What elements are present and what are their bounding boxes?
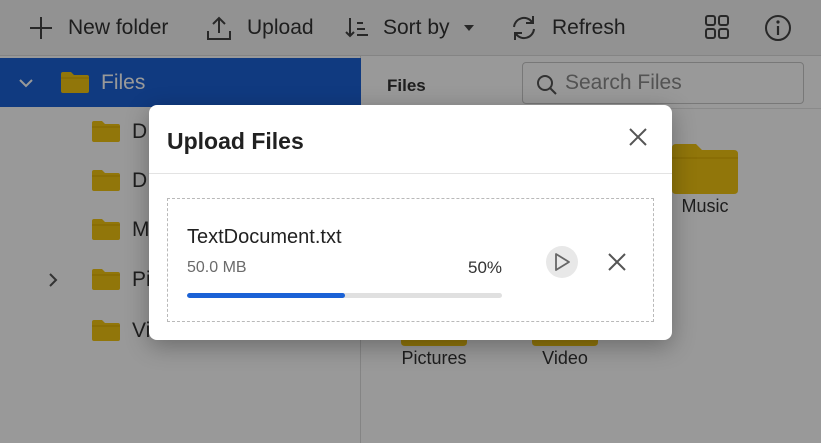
upload-progress-bar [187, 293, 502, 298]
dialog-divider [149, 173, 672, 174]
upload-percent: 50% [468, 258, 503, 277]
close-icon [629, 128, 647, 146]
file-size: 50.0 MB [187, 259, 247, 276]
dialog-close-button[interactable] [625, 124, 651, 150]
dialog-title: Upload Files [167, 128, 304, 154]
resume-upload-button[interactable] [546, 246, 578, 278]
remove-file-button[interactable] [604, 249, 630, 275]
close-icon [608, 253, 626, 271]
upload-dialog: Upload Files TextDocument.txt 50.0 MB 50… [149, 105, 672, 340]
upload-progress-fill [187, 293, 345, 298]
file-name: TextDocument.txt [187, 226, 342, 248]
play-icon [555, 253, 570, 271]
upload-file-item: TextDocument.txt 50.0 MB 50% [167, 198, 654, 322]
